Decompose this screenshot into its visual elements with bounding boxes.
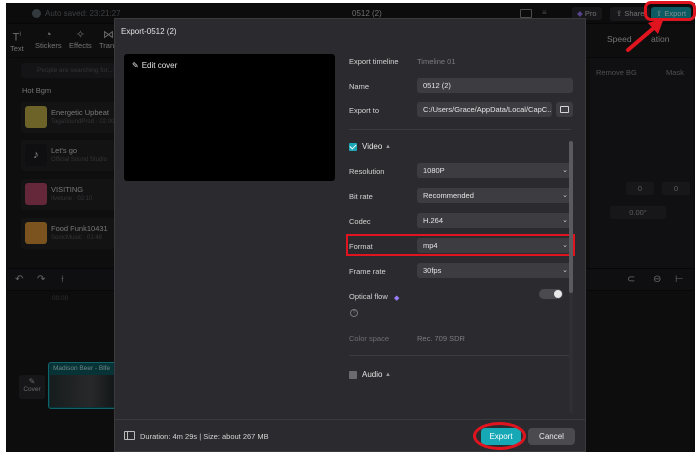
edit-cover-label: Edit cover	[141, 61, 178, 70]
export-timeline-value: Timeline 01	[417, 57, 456, 66]
duration-size-info: Duration: 4m 29s | Size: about 267 MB	[140, 432, 269, 441]
edit-cover-button[interactable]: ✎ Edit cover	[132, 61, 177, 70]
film-icon	[124, 431, 135, 440]
chevron-down-icon: ⌄	[562, 192, 568, 199]
optical-flow-label: Optical flow	[349, 292, 388, 301]
annotation-arrow	[626, 18, 664, 52]
divider	[349, 129, 571, 130]
codec-select[interactable]: H.264 ⌄	[417, 213, 573, 228]
dialog-title: Export-0512 (2)	[121, 27, 177, 36]
framerate-value: 30fps	[423, 266, 442, 275]
folder-icon	[560, 106, 569, 113]
video-section-title: Video	[362, 142, 383, 151]
resolution-value: 1080P	[423, 166, 445, 175]
optical-flow-toggle[interactable]	[539, 289, 563, 299]
codec-value: H.264	[423, 216, 444, 225]
codec-label: Codec	[349, 217, 371, 226]
divider	[349, 355, 571, 356]
cancel-button[interactable]: Cancel	[528, 428, 575, 445]
video-checkbox[interactable]	[349, 143, 357, 151]
chevron-down-icon: ⌄	[562, 267, 568, 274]
name-input[interactable]: 0512 (2)	[417, 78, 573, 93]
resolution-label: Resolution	[349, 167, 385, 176]
cover-preview: ✎ Edit cover	[124, 54, 335, 181]
collapse-icon[interactable]: ▲	[385, 372, 391, 378]
colorspace-value: Rec. 709 SDR	[417, 334, 465, 343]
bitrate-label: Bit rate	[349, 192, 373, 201]
bitrate-select[interactable]: Recommended ⌄	[417, 188, 573, 203]
name-label: Name	[349, 82, 370, 91]
export-timeline-label: Export timeline	[349, 57, 399, 66]
export-path-input[interactable]: C:/Users/Grace/AppData/Local/CapC...	[417, 102, 552, 117]
help-icon[interactable]: ?	[350, 309, 358, 317]
scrollbar-thumb[interactable]	[569, 141, 573, 293]
export-to-label: Export to	[349, 106, 380, 115]
bitrate-value: Recommended	[423, 191, 474, 200]
framerate-label: Frame rate	[349, 267, 386, 276]
export-dialog: Export-0512 (2) ✎ Edit cover Export timel…	[114, 18, 586, 452]
arrow-shaft	[626, 24, 658, 52]
chevron-down-icon: ⌄	[562, 167, 568, 174]
export-button-highlight-ring	[473, 422, 526, 450]
audio-section-title: Audio	[362, 370, 383, 379]
framerate-select[interactable]: 30fps ⌄	[417, 263, 573, 278]
colorspace-label: Color space	[349, 334, 390, 343]
folder-button[interactable]	[556, 102, 573, 117]
pencil-icon: ✎	[132, 61, 139, 70]
collapse-icon[interactable]: ▲	[385, 144, 391, 150]
diamond-icon: ◆	[394, 295, 400, 302]
audio-checkbox[interactable]	[349, 371, 357, 379]
export-settings: Export timeline Timeline 01 Name 0512 (2…	[346, 19, 575, 421]
chevron-down-icon: ⌄	[562, 217, 568, 224]
format-highlight-box	[346, 234, 575, 256]
resolution-select[interactable]: 1080P ⌄	[417, 163, 573, 178]
